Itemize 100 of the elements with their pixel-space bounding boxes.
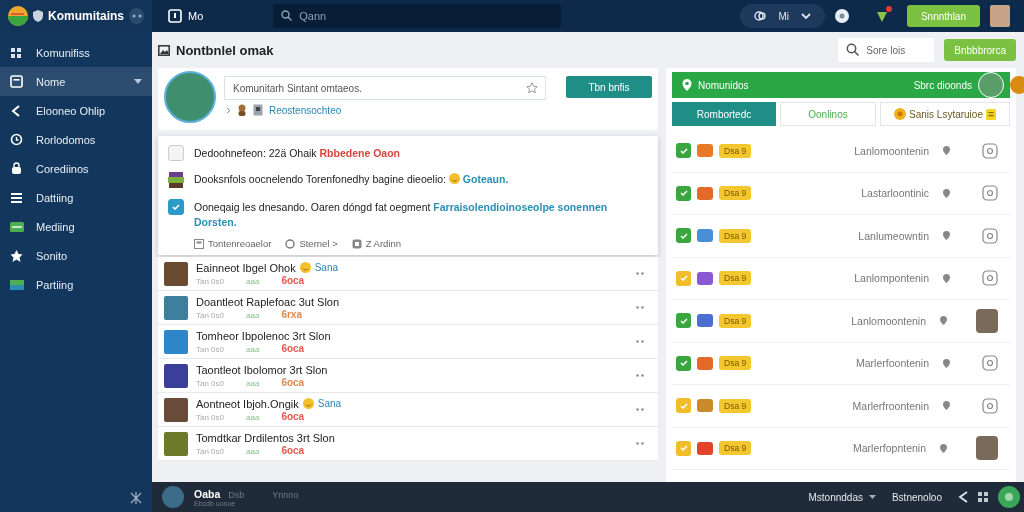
post-title: Eainneot Ibgel Ohok <box>196 261 296 274</box>
figure-icon <box>237 104 247 116</box>
more-icon[interactable] <box>636 374 644 377</box>
app-icon <box>697 314 713 328</box>
star-icon <box>10 248 24 263</box>
post-row[interactable]: Tomheor Ibpolenoc 3rt Slon Tan 0s0 aaa 6oca <box>158 325 658 359</box>
notification-icon[interactable] <box>874 9 889 23</box>
outline-icon[interactable] <box>982 185 998 202</box>
row-text: Marlerfroontenin <box>852 399 929 412</box>
star-outline-icon[interactable] <box>526 82 538 94</box>
link[interactable]: Reostensochteo <box>269 104 342 116</box>
more-icon[interactable] <box>636 442 644 445</box>
post-input[interactable]: Komunitarh Sintant omtaeos. <box>224 76 546 100</box>
list-icon <box>10 190 24 205</box>
menu-item-text[interactable]: Dooksnfols oocnelendo Torenfonedhy bagine dieoelio: Goteaun. <box>194 171 509 187</box>
sidebar-item[interactable]: Rorlodomos <box>0 125 152 154</box>
search-field[interactable]: Sore lois <box>838 38 935 62</box>
outline-icon[interactable] <box>982 355 998 372</box>
pin-icon <box>682 79 692 91</box>
sidebar-item[interactable]: Sonito <box>0 241 152 270</box>
post-status: 6oca <box>281 410 305 422</box>
photo-placeholder <box>164 71 216 123</box>
more-icon <box>131 14 142 18</box>
menu-action[interactable]: Tontenreoaelor <box>194 238 272 249</box>
page-title: Nontbnlel omak <box>176 42 274 58</box>
grid-icon[interactable] <box>978 492 988 502</box>
list-row[interactable]: Dsa 9 Lanlomoontenin <box>672 130 1010 173</box>
checkbox[interactable] <box>168 199 184 215</box>
search-field[interactable]: Qann <box>273 4 562 28</box>
menu-item-text[interactable]: Dedoohnefeon: 22ä Ohaik Rbbedene Oaon <box>194 145 401 161</box>
list-row[interactable]: Dsa 9 Marlerfroontenin <box>672 385 1010 428</box>
more-button[interactable] <box>129 8 144 24</box>
more-icon[interactable] <box>636 306 644 309</box>
header-title: Nomunidos <box>698 79 749 91</box>
user-name: Oaba <box>194 487 221 500</box>
pin-icon <box>943 146 950 156</box>
menu-action[interactable]: Z Ardinn <box>351 238 402 249</box>
count-badge: Dsa 9 <box>719 356 752 371</box>
count-badge: Dsa 9 <box>719 143 752 158</box>
clock-icon <box>10 132 24 147</box>
post-status: 6oca <box>281 376 305 388</box>
tab[interactable]: Sanis Lsytaruioe <box>880 102 1010 126</box>
tag-link[interactable]: Sana <box>317 398 342 409</box>
avatar <box>976 436 998 461</box>
list-row[interactable]: Dsa 9 Lanlompontenin <box>672 257 1010 300</box>
thumbnail-image <box>164 363 188 388</box>
user-extra: Ynnno <box>272 489 299 500</box>
list-row[interactable]: Dsa 9 Marlerfopntenin <box>672 427 1010 470</box>
count-badge: Dsa 9 <box>719 441 752 456</box>
avatar <box>976 308 998 333</box>
sidebar-item[interactable]: Elooneo Ohlip <box>0 96 152 125</box>
row-text: Lanlompontenin <box>854 272 929 285</box>
list-row[interactable]: Dsa 9 Lanlumeowntin <box>672 215 1010 258</box>
thumbnail-image <box>164 431 188 456</box>
row-text: Lanlumeowntin <box>858 229 929 242</box>
post-row[interactable]: Doantleot Raplefoac 3ut Slon Tan 0s0 aaa 6rxa <box>158 291 658 325</box>
collapse-icon[interactable] <box>130 492 142 504</box>
post-meta: Tan 0s0 <box>196 446 225 456</box>
count-badge: Dsa 9 <box>719 228 752 243</box>
more-icon[interactable] <box>636 272 644 275</box>
count-badge: Dsa 9 <box>719 398 752 413</box>
app-icon <box>697 186 713 200</box>
submit-button[interactable]: Tbn bnfis <box>566 76 652 98</box>
sidebar-item[interactable]: Corediinos <box>0 154 152 183</box>
menu-action[interactable]: Sternel > <box>285 238 338 249</box>
flag-icon <box>10 277 24 292</box>
sidebar-item[interactable]: Nome <box>0 67 152 96</box>
sidebar-item[interactable]: Komunifiss <box>0 38 152 67</box>
list-row[interactable]: Dsa 9 Marlerfoontenin <box>672 342 1010 385</box>
more-icon[interactable] <box>636 408 644 411</box>
outline-icon[interactable] <box>982 270 998 287</box>
checkbox[interactable] <box>168 145 184 161</box>
tag-link[interactable]: Sana <box>314 262 339 273</box>
tab[interactable]: Rombortedc <box>672 102 776 126</box>
sidebar-item[interactable]: Mediing <box>0 212 152 241</box>
image-icon <box>158 44 170 56</box>
outline-icon[interactable] <box>982 227 998 244</box>
outline-icon[interactable] <box>982 397 998 414</box>
list-row[interactable]: Dsa 9 Lastarloontinic <box>672 172 1010 215</box>
post-label: aaa <box>246 412 260 422</box>
dropdown-button[interactable]: Mstonnddas <box>802 490 882 504</box>
share-icon[interactable] <box>958 491 968 503</box>
chat-button[interactable] <box>998 486 1020 508</box>
list-row[interactable]: Dsa 9 Lanlomoontenin <box>672 300 1010 343</box>
post-row[interactable]: Aontneot Ibjoh.Ongik Sana Tan 0s0 aaa 6oca <box>158 393 658 427</box>
account-switcher[interactable]: Mi <box>740 4 825 28</box>
badge-icon <box>1010 76 1024 94</box>
link-icon <box>754 10 767 22</box>
post-row[interactable]: Tomdtkar Drdilentos 3rt Slon Tan 0s0 aaa 6oca <box>158 427 658 461</box>
sidebar-item[interactable]: Partiing <box>0 270 152 299</box>
section-title: Mo <box>188 10 204 22</box>
row-text: Lastarloontinic <box>861 187 929 200</box>
footer-link[interactable]: Bstnenoloo <box>891 491 942 503</box>
post-title: Aontneot Ibjoh.Ongik <box>196 397 299 410</box>
sidebar-item[interactable]: Dattiing <box>0 183 152 212</box>
post-row[interactable]: Taontleot Ibolomor 3rt Slon Tan 0s0 aaa 6oca <box>158 359 658 393</box>
menu-item-text[interactable]: Ooneqaig les dnesando. Oaren dóngd fat oegment Farraisolendioinoseolpe sonennen Dorsten. <box>194 199 648 230</box>
more-icon[interactable] <box>636 340 644 343</box>
outline-icon[interactable] <box>982 142 998 159</box>
post-row[interactable]: Eainneot Ibgel Ohok Sana Tan 0s0 aaa 6oca <box>158 257 658 291</box>
